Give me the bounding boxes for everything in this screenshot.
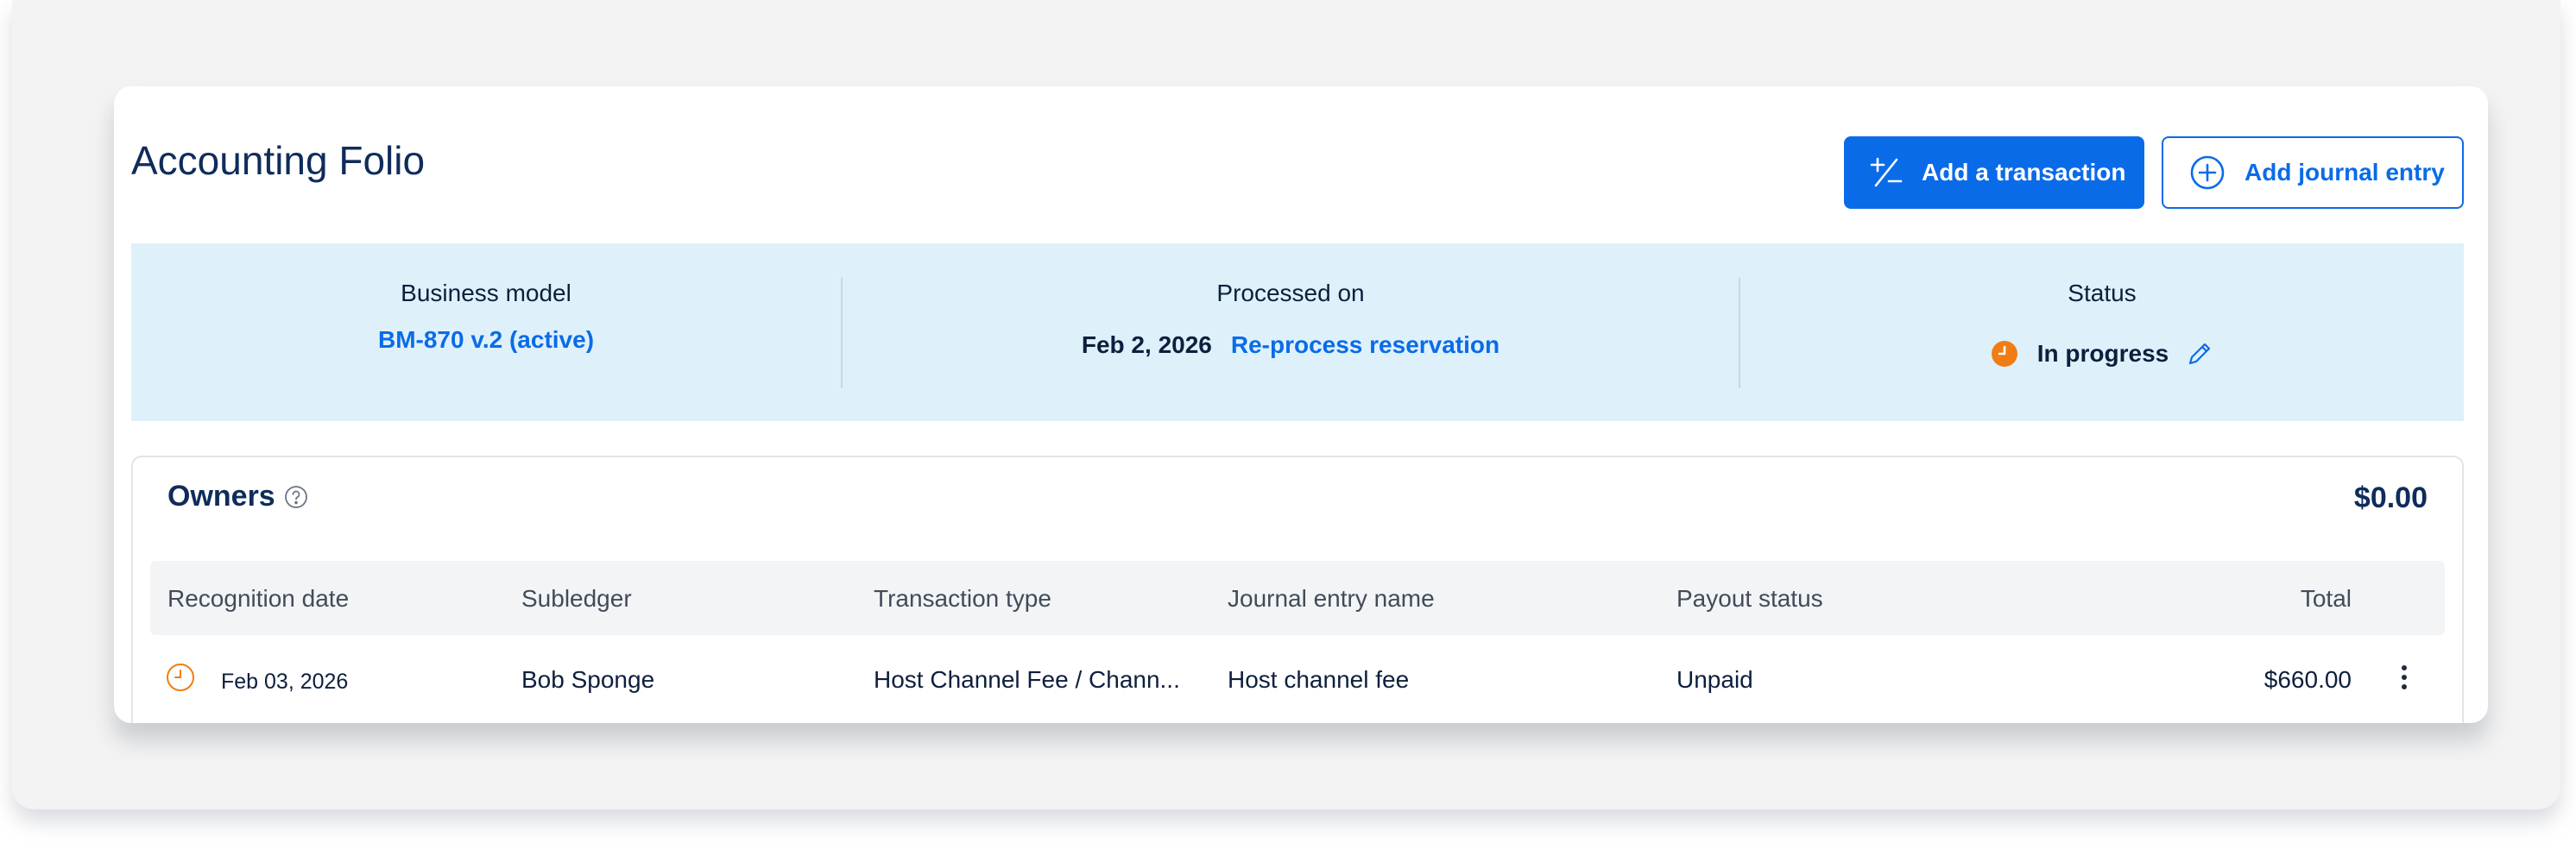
clock-outline-icon [166, 663, 195, 698]
column-journal-entry-name[interactable]: Journal entry name [1228, 585, 1435, 613]
add-journal-entry-label: Add journal entry [2245, 159, 2445, 186]
pencil-icon[interactable] [2186, 340, 2213, 368]
column-subledger[interactable]: Subledger [521, 585, 632, 613]
kebab-menu-icon[interactable] [2400, 663, 2409, 698]
table-row[interactable]: Feb 03, 2026 Bob Sponge Host Channel Fee… [150, 635, 2445, 723]
page-title: Accounting Folio [131, 138, 426, 183]
subledger: Bob Sponge [521, 666, 655, 693]
payout-status: Unpaid [1676, 666, 1753, 693]
business-model-link[interactable]: BM-870 v.2 (active) [378, 326, 594, 354]
column-total[interactable]: Total [2301, 585, 2352, 613]
folio-summary: Business model BM-870 v.2 (active) Proce… [131, 243, 2464, 421]
add-transaction-button[interactable]: Add a transaction [1844, 136, 2144, 209]
plus-circle-icon [2189, 154, 2226, 191]
plus-minus-icon [1870, 156, 1903, 189]
journal-entry-name: Host channel fee [1228, 666, 1410, 693]
question-circle-icon[interactable] [284, 485, 308, 509]
add-journal-entry-button[interactable]: Add journal entry [2162, 136, 2464, 209]
reprocess-reservation-link[interactable]: Re-process reservation [1231, 331, 1500, 359]
column-payout-status[interactable]: Payout status [1676, 585, 1823, 613]
business-model-label: Business model [401, 280, 571, 306]
add-transaction-label: Add a transaction [1922, 159, 2126, 186]
owners-title: Owners [167, 480, 275, 513]
owners-section: Owners $0.00 Recognition date Subledger … [131, 456, 2464, 723]
page-background: Accounting Folio Add a transaction Add j… [12, 0, 2560, 809]
clock-filled-icon [1991, 340, 2018, 368]
status-value: In progress [2036, 340, 2169, 367]
processed-date: Feb 2, 2026 [1081, 331, 1212, 358]
processed-on-label: Processed on [1216, 280, 1365, 306]
owners-heading: Owners [167, 480, 308, 513]
recognition-date: Feb 03, 2026 [221, 670, 349, 694]
column-transaction-type[interactable]: Transaction type [874, 585, 1051, 613]
accounting-folio-card: Accounting Folio Add a transaction Add j… [114, 86, 2488, 723]
business-model-section: Business model BM-870 v.2 (active) [131, 243, 841, 421]
column-recognition-date[interactable]: Recognition date [167, 585, 349, 613]
owners-total: $0.00 [2353, 481, 2428, 514]
row-total: $660.00 [2263, 666, 2352, 693]
status-section: Status In progress [1740, 243, 2464, 421]
table-header: Recognition date Subledger Transaction t… [150, 561, 2445, 635]
processed-on-section: Processed on Feb 2, 2026 Re-process rese… [843, 243, 1739, 421]
transaction-type: Host Channel Fee / Chann... [874, 666, 1180, 693]
status-label: Status [2068, 280, 2137, 306]
